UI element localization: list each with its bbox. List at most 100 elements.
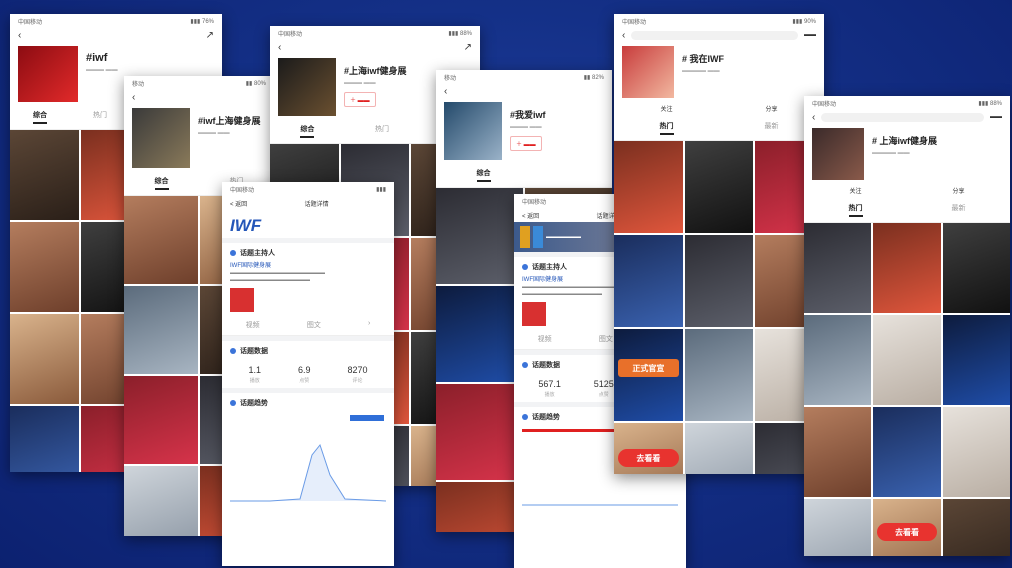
- status-bar: 中国移动 ▮▮▮ 88%: [804, 96, 1010, 110]
- nav-bar: ‹ ▬▬: [614, 28, 824, 42]
- topic-stats: ▬▬▬ ▬▬: [344, 80, 376, 86]
- video-thumbnail[interactable]: [942, 223, 1010, 313]
- tab-comprehensive[interactable]: 综合: [476, 168, 491, 182]
- tab-image-text[interactable]: 图文: [599, 334, 613, 344]
- stat-value: 567.1: [538, 379, 561, 389]
- topic-title: # 我在IWF: [682, 54, 724, 64]
- back-arrow-icon[interactable]: ‹: [278, 42, 281, 53]
- video-thumbnail[interactable]: [873, 315, 941, 405]
- stat-value: 1.1: [248, 365, 261, 375]
- video-thumbnail[interactable]: [804, 407, 872, 497]
- video-thumbnail[interactable]: 去看看: [614, 423, 683, 474]
- host-avatar[interactable]: [230, 288, 254, 312]
- share-icon[interactable]: ↗: [464, 42, 472, 53]
- video-thumbnail[interactable]: [873, 407, 941, 497]
- video-thumbnail[interactable]: [614, 141, 683, 233]
- tab-video[interactable]: 视频: [538, 334, 552, 344]
- more-icon[interactable]: ▬▬: [990, 114, 1002, 120]
- back-arrow-icon[interactable]: ‹: [812, 112, 815, 123]
- status-bar: 移动 ▮▮ 82%: [436, 70, 612, 84]
- tab-latest[interactable]: 最新: [765, 121, 779, 135]
- more-icon[interactable]: ▬▬: [804, 32, 816, 38]
- video-thumbnail[interactable]: [684, 235, 754, 327]
- tab-image-text[interactable]: 图文: [307, 320, 321, 330]
- video-thumbnail[interactable]: [10, 222, 80, 312]
- search-input[interactable]: [631, 30, 798, 40]
- host-name[interactable]: IWF国际健身展: [230, 263, 386, 270]
- tab-hot[interactable]: 热门: [848, 203, 863, 217]
- tab-comprehensive[interactable]: 综合: [154, 176, 169, 190]
- tab-comprehensive[interactable]: 综合: [300, 124, 315, 138]
- topic-title: # 上海iwf健身展: [872, 136, 938, 146]
- topic-cover: [18, 46, 78, 102]
- share-button[interactable]: 分享: [765, 104, 777, 113]
- follow-button[interactable]: ＋ ▬▬: [344, 92, 376, 107]
- tab-hot[interactable]: 热门: [659, 121, 674, 135]
- nav-bar: ‹ ↗: [10, 28, 222, 42]
- video-thumbnail[interactable]: [10, 314, 80, 404]
- video-thumbnail[interactable]: [684, 329, 754, 421]
- watch-button[interactable]: 去看看: [618, 449, 679, 467]
- topic-cover: [444, 102, 502, 160]
- follow-button[interactable]: 关注: [660, 104, 672, 113]
- video-thumbnail[interactable]: [124, 376, 198, 464]
- back-button[interactable]: < 返回: [522, 211, 539, 220]
- search-input[interactable]: [821, 112, 984, 122]
- chart-toggle[interactable]: [350, 415, 384, 421]
- video-thumbnail[interactable]: [436, 286, 523, 382]
- video-thumbnail[interactable]: [804, 499, 872, 556]
- back-arrow-icon[interactable]: ‹: [622, 30, 625, 41]
- topic-title: #iwf上海健身展: [198, 116, 261, 126]
- video-thumbnail[interactable]: [10, 130, 80, 220]
- host-avatar[interactable]: [522, 302, 546, 326]
- video-thumbnail[interactable]: 去看看: [873, 499, 941, 556]
- host-description: ▬▬▬▬▬▬▬▬▬▬▬▬▬▬▬▬▬▬▬ ▬▬▬▬▬▬▬▬▬▬▬▬▬▬▬▬: [230, 270, 325, 283]
- video-thumbnail[interactable]: [10, 406, 80, 472]
- nav-bar: ‹ ▬▬: [804, 110, 1010, 124]
- section-dot-icon: [230, 348, 236, 354]
- topic-stats: ▬▬▬▬ ▬▬: [872, 150, 910, 156]
- back-arrow-icon[interactable]: ‹: [444, 86, 447, 97]
- phone-screen-i-am-at-iwf: 中国移动 ▮▮▮ 90% ‹ ▬▬ # 我在IWF ▬▬▬▬ ▬▬ 关注 分享 热…: [614, 14, 824, 474]
- back-button[interactable]: < 返回: [230, 199, 247, 208]
- video-thumbnail[interactable]: [684, 423, 754, 474]
- tab-latest[interactable]: 最新: [952, 203, 966, 217]
- back-arrow-icon[interactable]: ‹: [18, 30, 21, 41]
- follow-button[interactable]: 关注: [849, 186, 861, 195]
- video-thumbnail[interactable]: [804, 223, 872, 313]
- section-data: 话题数据: [222, 341, 394, 361]
- video-thumbnail[interactable]: [684, 141, 754, 233]
- status-bar: 中国移动▮▮▮: [222, 182, 394, 196]
- video-thumbnail[interactable]: [942, 315, 1010, 405]
- status-bar: 中国移动 ▮▮▮ 76%: [10, 14, 222, 28]
- video-thumbnail[interactable]: [124, 286, 198, 374]
- tab-comprehensive[interactable]: 综合: [33, 110, 47, 124]
- status-bar: 移动 ▮▮ 80%: [124, 76, 274, 90]
- video-thumbnail[interactable]: [804, 315, 872, 405]
- tab-video[interactable]: 视频: [246, 320, 260, 330]
- status-bar: 中国移动 ▮▮▮ 90%: [614, 14, 824, 28]
- topic-tabs: 综合: [436, 164, 612, 188]
- video-thumbnail[interactable]: [942, 407, 1010, 497]
- share-button[interactable]: 分享: [952, 186, 964, 195]
- tab-hot[interactable]: 热门: [93, 110, 107, 124]
- nav-title: 话题详情: [304, 201, 329, 208]
- section-dot-icon: [522, 414, 528, 420]
- video-thumbnail[interactable]: 正式官宣: [614, 329, 683, 421]
- video-thumbnail[interactable]: [124, 196, 198, 284]
- tab-hot[interactable]: 热门: [375, 124, 389, 138]
- video-thumbnail[interactable]: [436, 482, 523, 532]
- video-thumbnail[interactable]: [942, 499, 1010, 556]
- video-thumbnail[interactable]: [436, 188, 523, 284]
- video-thumbnail[interactable]: [124, 466, 198, 536]
- video-thumbnail[interactable]: [614, 235, 683, 327]
- official-announce-banner[interactable]: 正式官宣: [618, 359, 679, 377]
- share-icon[interactable]: ↗: [206, 30, 214, 41]
- back-arrow-icon[interactable]: ‹: [132, 92, 135, 103]
- topic-title: #上海iwf健身展: [344, 66, 407, 76]
- follow-button[interactable]: ＋ ▬▬: [510, 136, 542, 151]
- video-thumbnail[interactable]: [873, 223, 941, 313]
- video-thumbnail[interactable]: [436, 384, 523, 480]
- topic-tabs: 热门 最新: [804, 199, 1010, 223]
- watch-button[interactable]: 去看看: [877, 523, 937, 541]
